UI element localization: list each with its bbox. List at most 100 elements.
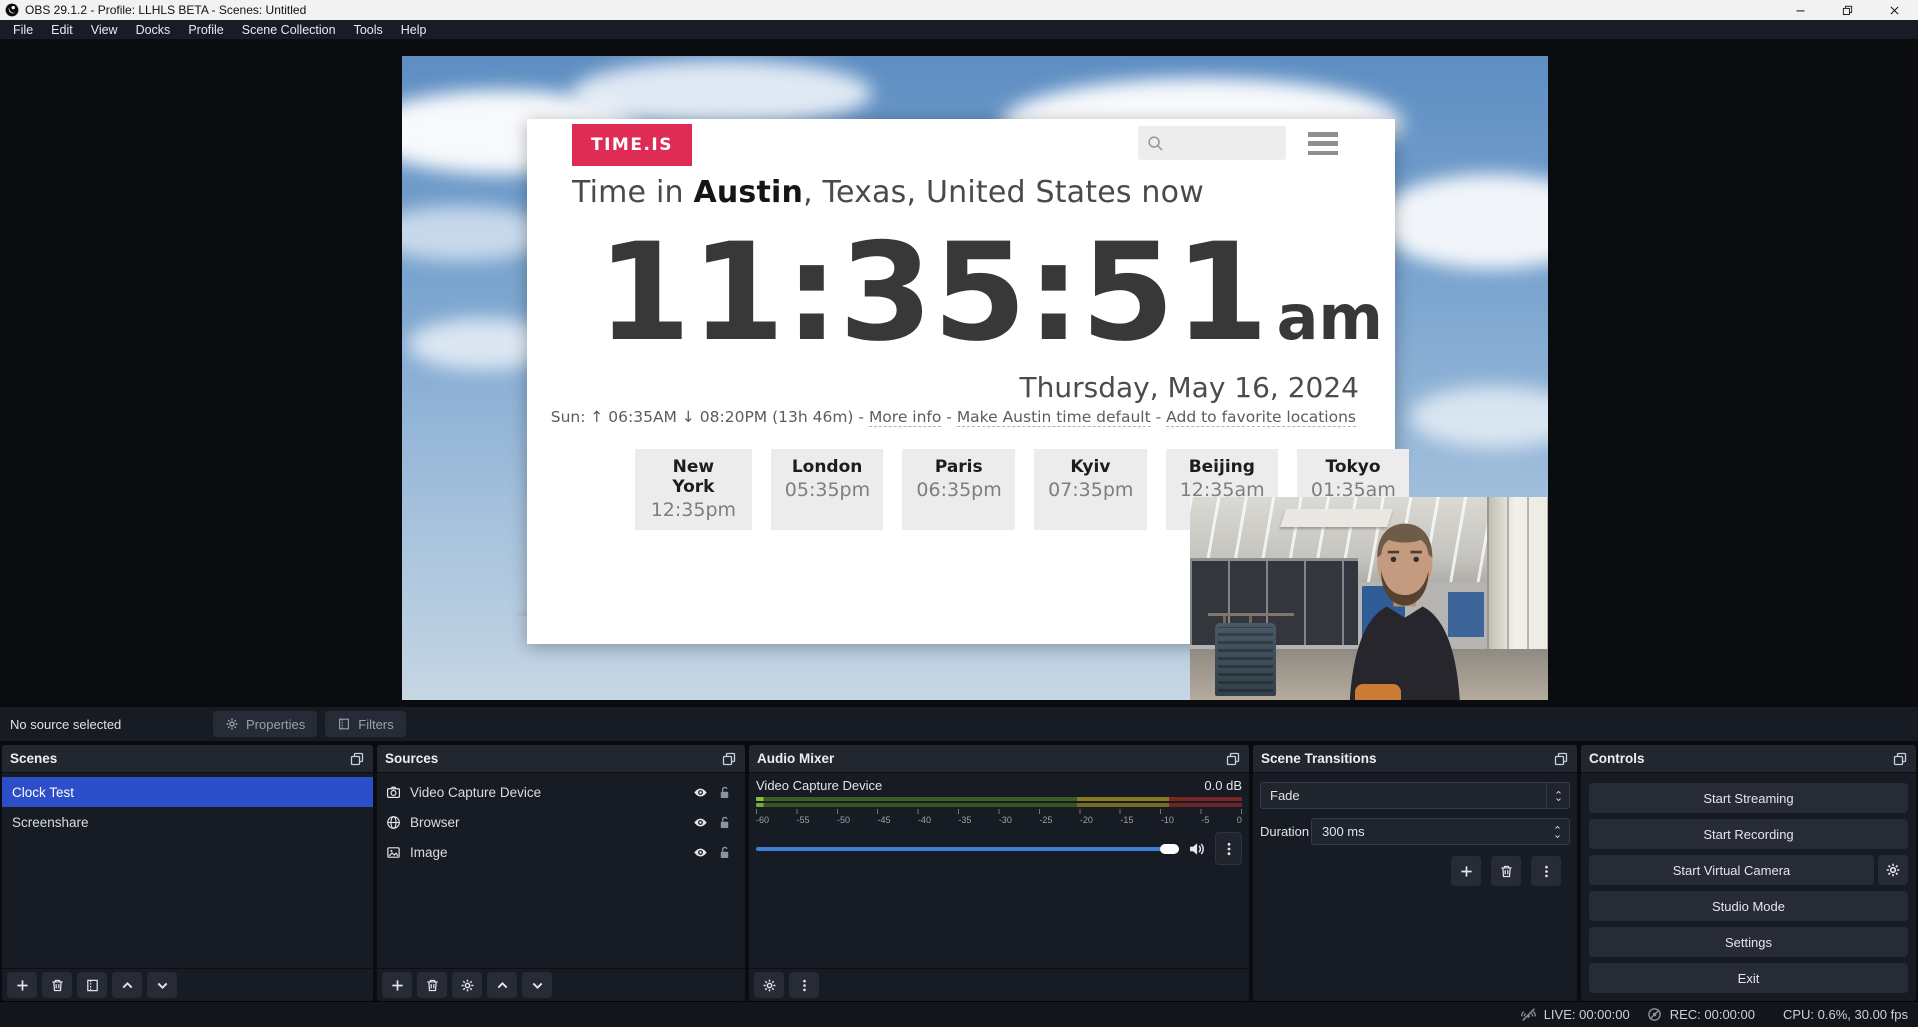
transition-menu-button[interactable]	[1531, 856, 1561, 886]
duration-label: Duration	[1260, 824, 1311, 839]
menu-view[interactable]: View	[82, 23, 127, 37]
chevron-up-icon	[1554, 789, 1563, 796]
menu-profile[interactable]: Profile	[179, 23, 232, 37]
menu-docks[interactable]: Docks	[127, 23, 180, 37]
live-timer: LIVE: 00:00:00	[1544, 1007, 1630, 1022]
scenes-panel: Scenes Clock Test Screenshare	[2, 745, 373, 1001]
start-recording-button[interactable]: Start Recording	[1589, 819, 1908, 849]
menu-file[interactable]: File	[4, 23, 42, 37]
scenes-panel-header[interactable]: Scenes	[2, 745, 373, 773]
source-item-browser[interactable]: Browser	[377, 807, 745, 837]
gear-icon	[225, 717, 239, 731]
more-info-link[interactable]: More info	[869, 408, 941, 427]
gear-icon	[762, 978, 777, 993]
source-item-video-capture[interactable]: Video Capture Device	[377, 777, 745, 807]
volume-slider-handle[interactable]	[1160, 844, 1179, 854]
transition-select[interactable]: Fade	[1260, 782, 1570, 809]
advanced-audio-button[interactable]	[754, 972, 784, 998]
hamburger-menu-icon[interactable]	[1308, 132, 1338, 155]
source-item-image[interactable]: Image	[377, 837, 745, 867]
menu-scene-collection[interactable]: Scene Collection	[233, 23, 345, 37]
minimize-icon	[1794, 4, 1807, 17]
menu-edit[interactable]: Edit	[42, 23, 82, 37]
volume-meter: -60-55-50-45-40-35-30-25-20-15-10-50	[756, 797, 1242, 825]
obs-logo-icon	[5, 3, 19, 17]
minimize-button[interactable]	[1777, 0, 1824, 20]
city-box-london[interactable]: London05:35pm	[771, 449, 884, 530]
add-source-button[interactable]	[382, 972, 412, 998]
exit-button[interactable]: Exit	[1589, 963, 1908, 993]
cloud	[1410, 386, 1548, 448]
scene-filters-button[interactable]	[77, 972, 107, 998]
source-move-down-button[interactable]	[522, 972, 552, 998]
source-properties-button[interactable]	[452, 972, 482, 998]
scene-transitions-title: Scene Transitions	[1261, 751, 1377, 766]
popout-icon[interactable]	[1892, 751, 1908, 767]
remove-transition-button[interactable]	[1491, 856, 1521, 886]
popout-icon[interactable]	[349, 751, 365, 767]
popout-icon[interactable]	[721, 751, 737, 767]
audio-mixer-header[interactable]: Audio Mixer	[749, 745, 1249, 773]
scene-preview[interactable]: TIME.IS Time in Austin, Texas, United St…	[402, 56, 1548, 700]
add-scene-button[interactable]	[7, 972, 37, 998]
webcam-overlay-source[interactable]	[1190, 497, 1548, 700]
duration-spinner[interactable]	[1553, 824, 1562, 840]
popout-icon[interactable]	[1225, 751, 1241, 767]
settings-button[interactable]: Settings	[1589, 927, 1908, 957]
city-box-kyiv[interactable]: Kyiv07:35pm	[1034, 449, 1147, 530]
sources-panel-header[interactable]: Sources	[377, 745, 745, 773]
kebab-menu-icon	[797, 978, 812, 993]
add-favorite-link[interactable]: Add to favorite locations	[1166, 408, 1356, 427]
restore-button[interactable]	[1824, 0, 1871, 20]
duration-spinbox[interactable]: 300 ms	[1311, 818, 1570, 845]
scene-transitions-header[interactable]: Scene Transitions	[1253, 745, 1577, 773]
start-streaming-button[interactable]: Start Streaming	[1589, 783, 1908, 813]
lock-icon[interactable]	[717, 815, 732, 830]
popout-icon[interactable]	[1553, 751, 1569, 767]
timeis-heading: Time in Austin, Texas, United States now	[572, 175, 1204, 210]
properties-button[interactable]: Properties	[213, 711, 317, 737]
mixer-menu-button[interactable]	[789, 972, 819, 998]
lock-icon[interactable]	[717, 785, 732, 800]
clock-ampm: am	[1277, 287, 1383, 349]
virtual-camera-config-button[interactable]	[1878, 855, 1908, 885]
trash-icon	[50, 978, 65, 993]
volume-slider[interactable]	[756, 847, 1179, 851]
controls-title: Controls	[1589, 751, 1645, 766]
visibility-eye-icon[interactable]	[693, 815, 708, 830]
timeis-search-box[interactable]	[1138, 126, 1286, 160]
filters-button[interactable]: Filters	[325, 711, 405, 737]
mixer-channel-menu-button[interactable]	[1215, 832, 1242, 865]
make-default-link[interactable]: Make Austin time default	[957, 408, 1151, 427]
remove-scene-button[interactable]	[42, 972, 72, 998]
scene-item-screenshare[interactable]: Screenshare	[2, 807, 373, 837]
scene-item-clock-test[interactable]: Clock Test	[2, 777, 373, 807]
city-box-new-york[interactable]: New York12:35pm	[635, 449, 752, 530]
controls-header[interactable]: Controls	[1581, 745, 1916, 773]
scene-move-down-button[interactable]	[147, 972, 177, 998]
menu-tools[interactable]: Tools	[345, 23, 392, 37]
remove-source-button[interactable]	[417, 972, 447, 998]
scenes-title: Scenes	[10, 751, 57, 766]
menu-help[interactable]: Help	[392, 23, 436, 37]
speaker-mute-icon[interactable]	[1188, 840, 1206, 858]
studio-mode-button[interactable]: Studio Mode	[1589, 891, 1908, 921]
image-icon	[386, 845, 401, 860]
city-box-paris[interactable]: Paris06:35pm	[902, 449, 1015, 530]
timeis-logo[interactable]: TIME.IS	[572, 124, 692, 166]
close-button[interactable]	[1871, 0, 1918, 20]
timeis-city-name: Austin	[693, 175, 803, 210]
visibility-eye-icon[interactable]	[693, 785, 708, 800]
lock-icon[interactable]	[717, 845, 732, 860]
visibility-eye-icon[interactable]	[693, 845, 708, 860]
transition-select-spinner[interactable]	[1546, 783, 1569, 808]
scene-move-up-button[interactable]	[112, 972, 142, 998]
clock-digits: 11:35:51	[597, 225, 1269, 360]
chevron-down-icon	[1553, 833, 1562, 840]
globe-icon	[386, 815, 401, 830]
source-move-up-button[interactable]	[487, 972, 517, 998]
record-inactive-icon	[1646, 1006, 1663, 1023]
chevron-up-icon	[495, 978, 510, 993]
start-virtual-camera-button[interactable]: Start Virtual Camera	[1589, 855, 1874, 885]
add-transition-button[interactable]	[1451, 856, 1481, 886]
